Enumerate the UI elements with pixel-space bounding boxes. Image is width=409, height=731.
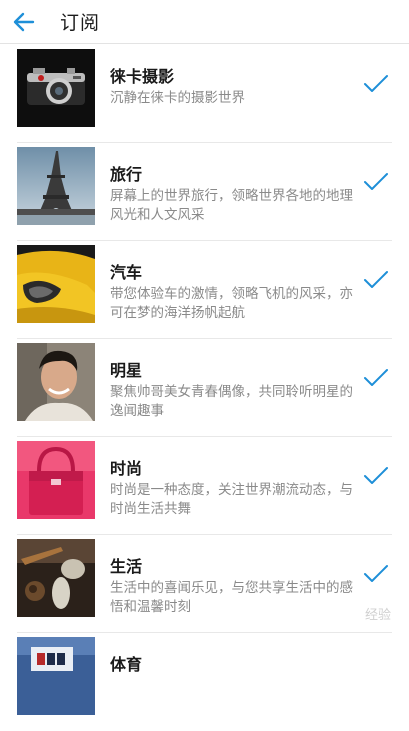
item-title: 旅行 [110, 165, 143, 184]
yellow-car-thumbnail [17, 245, 95, 323]
list-item-fashion[interactable]: 时尚 时尚是一种态度，关注世界潮流动态，与时尚生活共舞 [0, 437, 409, 535]
checkmark-icon[interactable] [363, 269, 389, 291]
item-title: 汽车 [110, 263, 143, 282]
checkmark-icon[interactable] [363, 171, 389, 193]
runner-thumbnail [17, 637, 95, 715]
leica-camera-thumbnail [17, 49, 95, 127]
item-title: 体育 [110, 655, 143, 674]
list-item-travel[interactable]: 旅行 屏幕上的世界旅行，领略世界各地的地理风光和人文风采 [0, 143, 409, 241]
checkmark-icon[interactable] [363, 563, 389, 585]
item-description: 沉静在徕卡的摄影世界 [110, 90, 245, 106]
list-item-car[interactable]: 汽车 带您体验车的激情，领略飞机的风采，亦可在梦的海洋扬帆起航 [0, 241, 409, 339]
watermark: 经验 [364, 608, 391, 623]
checkmark-icon[interactable] [363, 465, 389, 487]
checkmark-icon[interactable] [363, 73, 389, 95]
item-title: 明星 [110, 361, 143, 380]
item-title: 徕卡摄影 [110, 67, 175, 86]
item-description: 生活中的喜闻乐见，与您共享生活中的感悟和温馨时刻 [110, 580, 353, 615]
back-button[interactable] [12, 0, 52, 44]
item-title: 时尚 [110, 459, 143, 478]
item-description: 屏幕上的世界旅行，领略世界各地的地理风光和人文风采 [110, 188, 353, 223]
item-description: 带您体验车的激情，领略飞机的风采，亦可在梦的海洋扬帆起航 [110, 286, 353, 321]
celebrity-portrait-thumbnail [17, 343, 95, 421]
top-bar: 订阅 [0, 0, 409, 44]
item-description: 聚焦帅哥美女青春偶像，共同聆听明星的逸闻趣事 [110, 384, 353, 419]
list-item-life[interactable]: 生活 生活中的喜闻乐见，与您共享生活中的感悟和温馨时刻 [0, 535, 409, 633]
list-item-star[interactable]: 明星 聚焦帅哥美女青春偶像，共同聆听明星的逸闻趣事 [0, 339, 409, 437]
handbag-thumbnail [17, 441, 95, 519]
checkmark-icon[interactable] [363, 367, 389, 389]
item-title: 生活 [110, 557, 143, 576]
item-description: 时尚是一种态度，关注世界潮流动态，与时尚生活共舞 [110, 482, 353, 517]
eiffel-tower-thumbnail [17, 147, 95, 225]
list-item-leica[interactable]: 徕卡摄影 沉静在徕卡的摄影世界 [0, 45, 409, 143]
spices-thumbnail [17, 539, 95, 617]
arrow-left-icon [13, 12, 35, 31]
page-title: 订阅 [60, 12, 101, 34]
list-item-sports[interactable]: 体育 [0, 633, 409, 731]
